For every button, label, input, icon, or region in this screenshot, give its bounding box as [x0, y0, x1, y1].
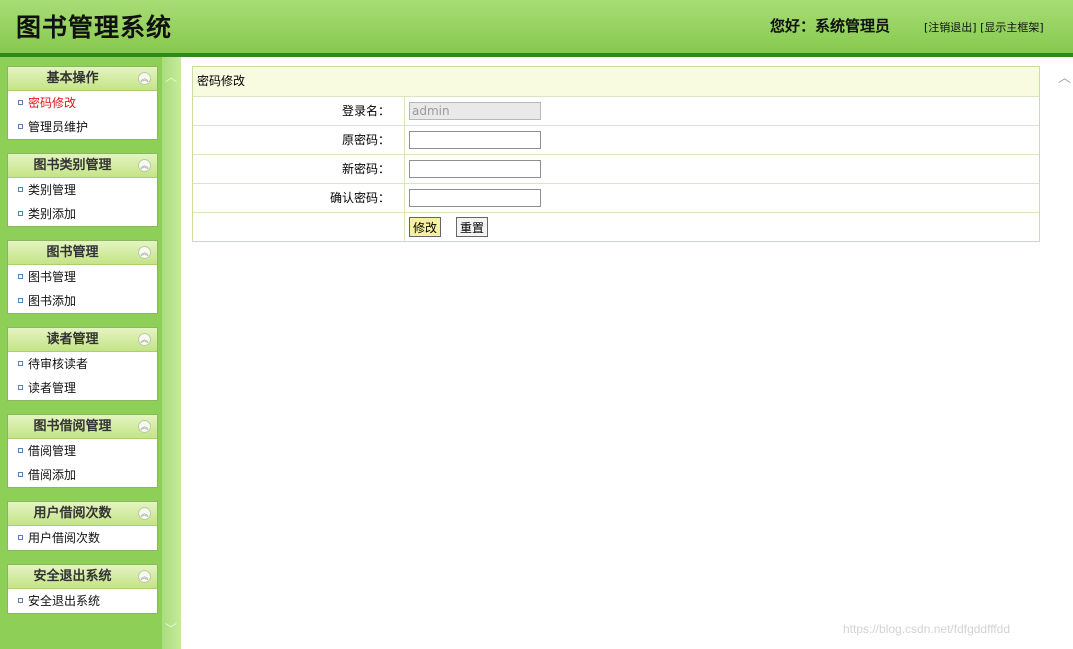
sidebar-item[interactable]: 类别管理 [8, 178, 157, 202]
app-title: 图书管理系统 [16, 13, 173, 42]
sidebar-item[interactable]: 密码修改 [8, 91, 157, 115]
reset-button[interactable]: 重置 [456, 217, 489, 237]
collapse-up-icon[interactable]: ︽ [138, 420, 151, 433]
sidebar-item-label: 用户借阅次数 [28, 531, 101, 545]
bullet-icon [18, 298, 23, 303]
sidebar-group: 基本操作 ︽ 密码修改管理员维护 [7, 66, 158, 140]
sidebar-scroll-up-icon[interactable]: ︿ [165, 68, 177, 85]
sidebar-group-title: 图书类别管理 [33, 158, 112, 173]
sidebar-item[interactable]: 类别添加 [8, 202, 157, 226]
sidebar-item[interactable]: 读者管理 [8, 376, 157, 400]
header-links: [注销退出] [显示主框架] [924, 19, 1044, 35]
bullet-icon [18, 361, 23, 366]
password-form: 密码修改 登录名： 原密码： 新密码： 确认密码： 修改 重置 [192, 66, 1040, 242]
sidebar-group: 读者管理 ︽ 待审核读者 读者管理 [7, 327, 158, 401]
sidebar-item-label: 待审核读者 [28, 357, 89, 371]
bullet-icon [18, 187, 23, 192]
sidebar-group-header[interactable]: 图书类别管理 ︽ [8, 154, 157, 178]
bullet-icon [18, 274, 23, 279]
sidebar-item[interactable]: 借阅管理 [8, 439, 157, 463]
collapse-up-icon[interactable]: ︽ [138, 507, 151, 520]
bullet-icon [18, 448, 23, 453]
collapse-up-icon[interactable]: ︽ [138, 246, 151, 259]
old-password-label: 原密码： [193, 126, 405, 154]
sidebar-group-header[interactable]: 安全退出系统 ︽ [8, 565, 157, 589]
sidebar-group: 用户借阅次数 ︽ 用户借阅次数 [7, 501, 158, 551]
sidebar-group: 图书管理 ︽ 图书管理图书添加 [7, 240, 158, 314]
sidebar-group: 图书类别管理 ︽ 类别管理类别添加 [7, 153, 158, 227]
new-password-label: 新密码： [193, 155, 405, 183]
sidebar-group-title: 读者管理 [46, 332, 99, 347]
scroll-up-icon[interactable]: ︿ [1058, 67, 1071, 86]
actions-label-cell [193, 213, 405, 241]
confirm-password-label: 确认密码： [193, 184, 405, 212]
sidebar-item[interactable]: 管理员维护 [8, 115, 157, 139]
login-name-input [409, 102, 541, 120]
bullet-icon [18, 124, 23, 129]
show-main-frame-link[interactable]: [显示主框架] [980, 21, 1044, 34]
sidebar-item-label: 类别添加 [28, 207, 77, 221]
submit-button[interactable]: 修改 [409, 217, 442, 237]
collapse-up-icon[interactable]: ︽ [138, 570, 151, 583]
sidebar-group: 安全退出系统 ︽ 安全退出系统 [7, 564, 158, 614]
bullet-icon [18, 385, 23, 390]
sidebar-scroll-down-icon[interactable]: ﹀ [165, 620, 177, 637]
collapse-up-icon[interactable]: ︽ [138, 333, 151, 346]
form-row-new-password: 新密码： [193, 154, 1039, 183]
sidebar-group-title: 安全退出系统 [33, 569, 112, 584]
sidebar-item-label: 读者管理 [28, 381, 77, 395]
bullet-icon [18, 598, 23, 603]
sidebar-group-title: 用户借阅次数 [33, 506, 112, 521]
confirm-password-input[interactable] [409, 189, 541, 207]
sidebar-item-label: 图书管理 [28, 270, 77, 284]
bullet-icon [18, 100, 23, 105]
bullet-icon [18, 535, 23, 540]
sidebar-group-title: 图书借阅管理 [33, 419, 112, 434]
sidebar-group-header[interactable]: 基本操作 ︽ [8, 67, 157, 91]
bullet-icon [18, 472, 23, 477]
sidebar-group-title: 图书管理 [46, 245, 99, 260]
sidebar-group-header[interactable]: 图书管理 ︽ [8, 241, 157, 265]
sidebar-item-label: 类别管理 [28, 183, 77, 197]
sidebar-group-header[interactable]: 图书借阅管理 ︽ [8, 415, 157, 439]
sidebar-item-label: 密码修改 [28, 96, 77, 110]
sidebar-item-label: 管理员维护 [28, 120, 89, 134]
sidebar-group-header[interactable]: 用户借阅次数 ︽ [8, 502, 157, 526]
sidebar-item[interactable]: 用户借阅次数 [8, 526, 157, 550]
sidebar-item-label: 图书添加 [28, 294, 77, 308]
user-greeting: 您好：系统管理员 [770, 17, 891, 35]
sidebar-item-label: 安全退出系统 [28, 594, 101, 608]
form-row-login-name: 登录名： [193, 96, 1039, 125]
sidebar-item[interactable]: 待审核读者 [8, 352, 157, 376]
main-scrollbar[interactable]: ︿ [1052, 57, 1073, 649]
form-title: 密码修改 [193, 67, 1039, 96]
collapse-up-icon[interactable]: ︽ [138, 159, 151, 172]
sidebar-item-label: 借阅管理 [28, 444, 77, 458]
sidebar-group-title: 基本操作 [46, 71, 99, 86]
form-row-confirm-password: 确认密码： [193, 183, 1039, 212]
login-name-label: 登录名： [193, 97, 405, 125]
old-password-input[interactable] [409, 131, 541, 149]
sidebar-item[interactable]: 图书管理 [8, 265, 157, 289]
sidebar-group: 图书借阅管理 ︽ 借阅管理借阅添加 [7, 414, 158, 488]
form-row-actions: 修改 重置 [193, 212, 1039, 241]
sidebar-item[interactable]: 图书添加 [8, 289, 157, 313]
form-row-old-password: 原密码： [193, 125, 1039, 154]
sidebar-item-label: 借阅添加 [28, 468, 77, 482]
bullet-icon [18, 211, 23, 216]
sidebar-group-header[interactable]: 读者管理 ︽ [8, 328, 157, 352]
sidebar-item[interactable]: 借阅添加 [8, 463, 157, 487]
sidebar-splitter[interactable] [162, 57, 181, 649]
sidebar-item[interactable]: 安全退出系统 [8, 589, 157, 613]
watermark: https://blog.csdn.net/fdfgddfffdd [843, 622, 1011, 636]
collapse-up-icon[interactable]: ︽ [138, 72, 151, 85]
top-header: 图书管理系统 您好：系统管理员 [注销退出] [显示主框架] [0, 0, 1073, 53]
logout-link[interactable]: [注销退出] [924, 21, 977, 34]
new-password-input[interactable] [409, 160, 541, 178]
